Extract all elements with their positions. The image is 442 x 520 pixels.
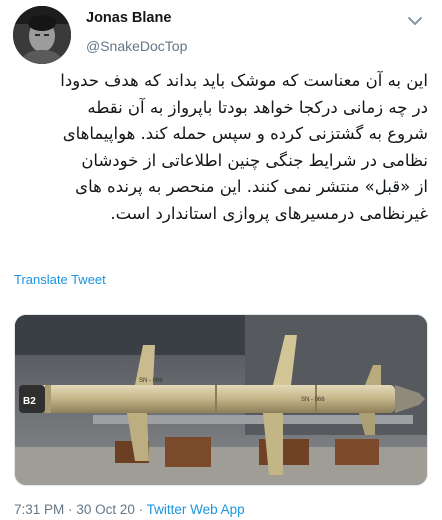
translate-tweet-link[interactable]: Translate Tweet (14, 272, 106, 287)
tweet-text-line: در چه زمانی درکجا خواهد بودتا باپرواز به… (87, 97, 428, 117)
tweet-header: Jonas Blane @SnakeDocTop (0, 0, 442, 66)
tweet-text-line: شروع به گشتزنی کرده و سپس حمله کند. هواپ… (62, 124, 428, 144)
author-handle[interactable]: @SnakeDocTop (86, 38, 187, 54)
tweet-text: این به آن معناست که موشک باید بداند که ه… (14, 68, 428, 228)
avatar[interactable] (13, 6, 71, 64)
tweet-media-photo[interactable]: B2 SN - 066 SN - 066 (14, 314, 428, 486)
source-app-link[interactable]: Twitter Web App (147, 502, 245, 517)
missile-marking-serial: SN - 066 (301, 397, 325, 403)
tweet-text-line: نظامی در شرایط جنگی چنین اطلاعاتی از خود… (81, 150, 428, 170)
tweet-date[interactable]: 30 Oct 20 (76, 502, 135, 517)
tweet-text-line: غیرنظامی درمسیرهای پروازی استاندارد است. (110, 203, 428, 223)
tweet-text-line: این به آن معناست که موشک باید بداند که ه… (60, 71, 428, 90)
missile-photo: B2 SN - 066 SN - 066 (15, 315, 427, 485)
tweet-text-line: از «قبل» منتشر نمی کنند. این منحصر به پر… (75, 177, 428, 197)
chevron-down-icon[interactable] (402, 12, 428, 32)
meta-separator: · (68, 502, 73, 517)
tweet-time[interactable]: 7:31 PM (14, 502, 64, 517)
missile-marking-serial: SN - 066 (139, 378, 163, 384)
meta-separator: · (138, 502, 144, 517)
tweet-meta: 7:31 PM · 30 Oct 20 · Twitter Web App (14, 502, 245, 517)
avatar-image (13, 6, 71, 64)
missile-marking-b2: B2 (23, 396, 36, 407)
author-name[interactable]: Jonas Blane (86, 10, 171, 26)
